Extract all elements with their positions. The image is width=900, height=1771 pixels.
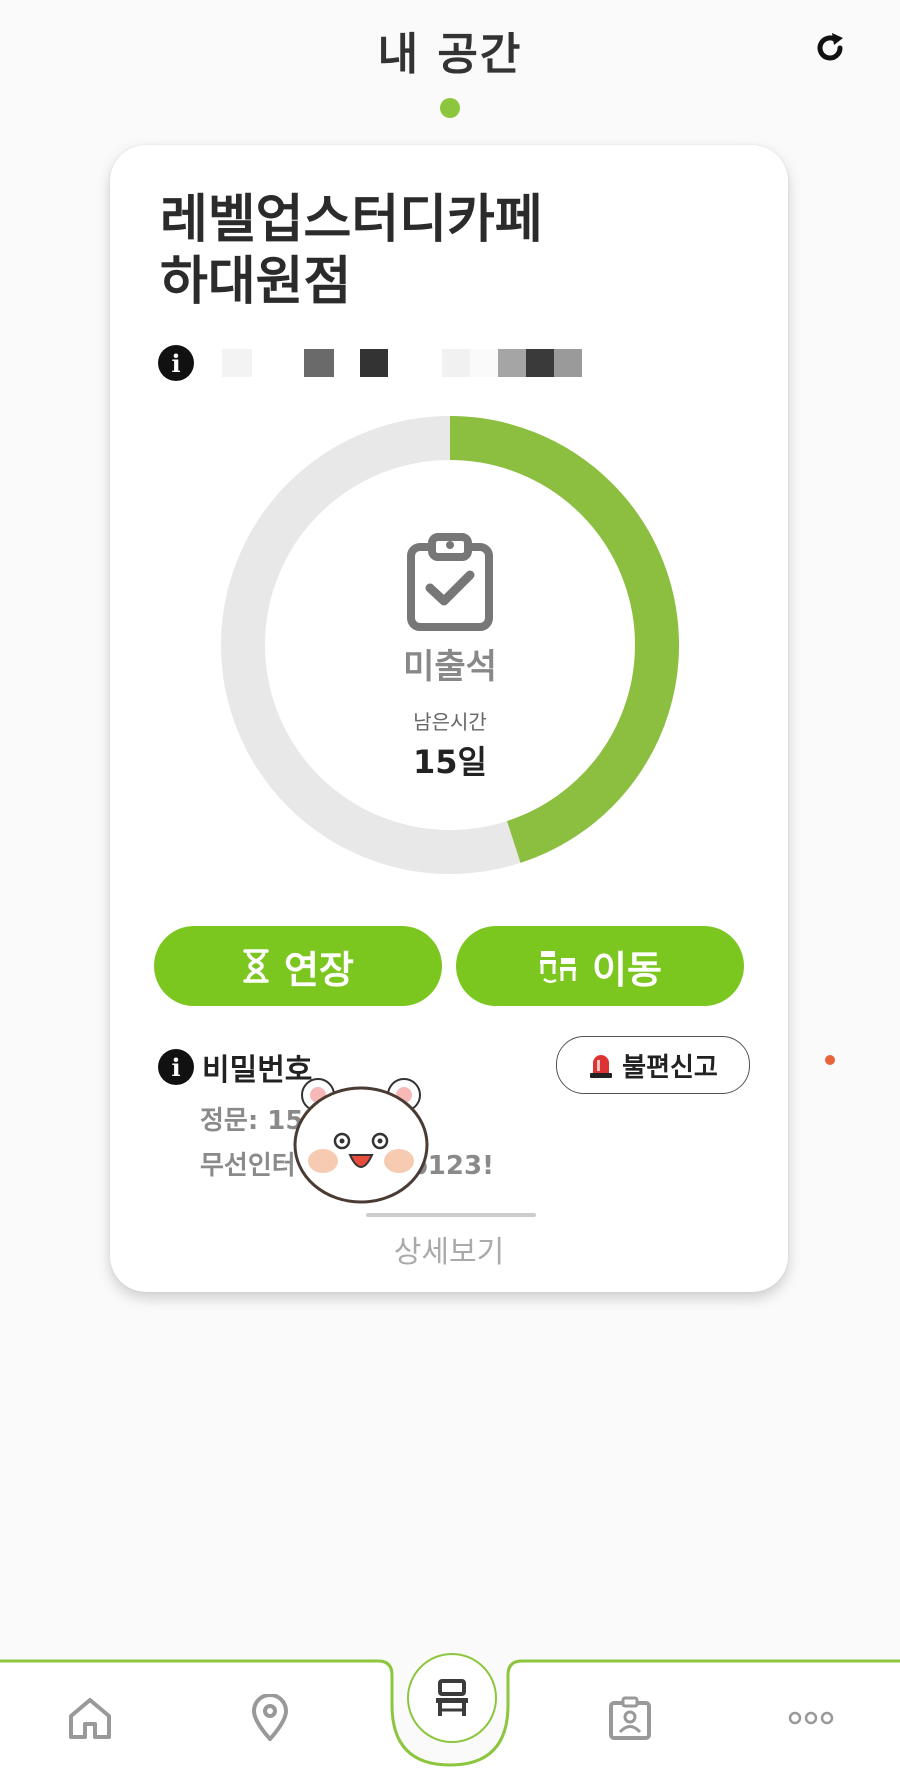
seat-move-icon — [538, 948, 578, 984]
password-gate-line: 정문: 15 — [200, 1106, 304, 1136]
store-name-line2: 하대원점 — [160, 252, 352, 312]
refresh-button[interactable] — [808, 26, 852, 70]
nav-profile[interactable] — [602, 1690, 658, 1746]
nav-more[interactable] — [783, 1690, 839, 1746]
move-seat-button[interactable]: 이동 — [456, 926, 744, 1006]
wifi-label: 무선인터 — [200, 1151, 296, 1181]
map-pin-icon — [252, 1694, 288, 1741]
move-seat-button-label: 이동 — [592, 947, 662, 992]
store-name: 레벨업스터디카페 하대원점 — [160, 189, 740, 313]
id-badge-icon — [609, 1696, 651, 1740]
page-title: 내 공간 — [377, 29, 523, 80]
status-center: 미출석 남은시간 15일 — [220, 415, 680, 875]
remaining-time-label: 남은시간 — [413, 710, 487, 734]
clipboard-check-icon — [407, 533, 493, 631]
page-indicator-dot — [440, 98, 460, 118]
view-details-link[interactable]: 상세보기 — [349, 1227, 549, 1271]
seat-card: 레벨업스터디카페 하대원점 i 미출석 남은시간 15일 연장 이동 i 비밀번… — [110, 145, 788, 1292]
bear-sticker — [293, 1078, 429, 1204]
detail-divider — [366, 1213, 536, 1217]
attendance-status: 미출석 — [403, 647, 497, 687]
hourglass-icon — [242, 949, 270, 983]
nav-location[interactable] — [242, 1690, 298, 1746]
password-info-icon: i — [158, 1049, 194, 1085]
seat-icon — [436, 1679, 468, 1716]
extend-button[interactable]: 연장 — [154, 926, 442, 1006]
nav-my-seat[interactable] — [407, 1653, 497, 1743]
info-icon[interactable]: i — [158, 345, 194, 381]
nav-home[interactable] — [62, 1690, 118, 1746]
store-info-row: i — [158, 345, 582, 381]
siren-icon — [588, 1051, 614, 1079]
store-name-line1: 레벨업스터디카페 — [160, 190, 543, 250]
masked-text — [222, 349, 582, 377]
home-icon — [69, 1698, 111, 1739]
report-button-label: 불편신고 — [622, 1052, 718, 1083]
next-page-dot — [825, 1055, 835, 1065]
remaining-time-value: 15일 — [413, 743, 487, 781]
report-inconvenience-button[interactable]: 불편신고 — [556, 1036, 750, 1094]
more-icon — [788, 1711, 834, 1725]
extend-button-label: 연장 — [284, 947, 354, 992]
refresh-icon — [817, 33, 843, 61]
